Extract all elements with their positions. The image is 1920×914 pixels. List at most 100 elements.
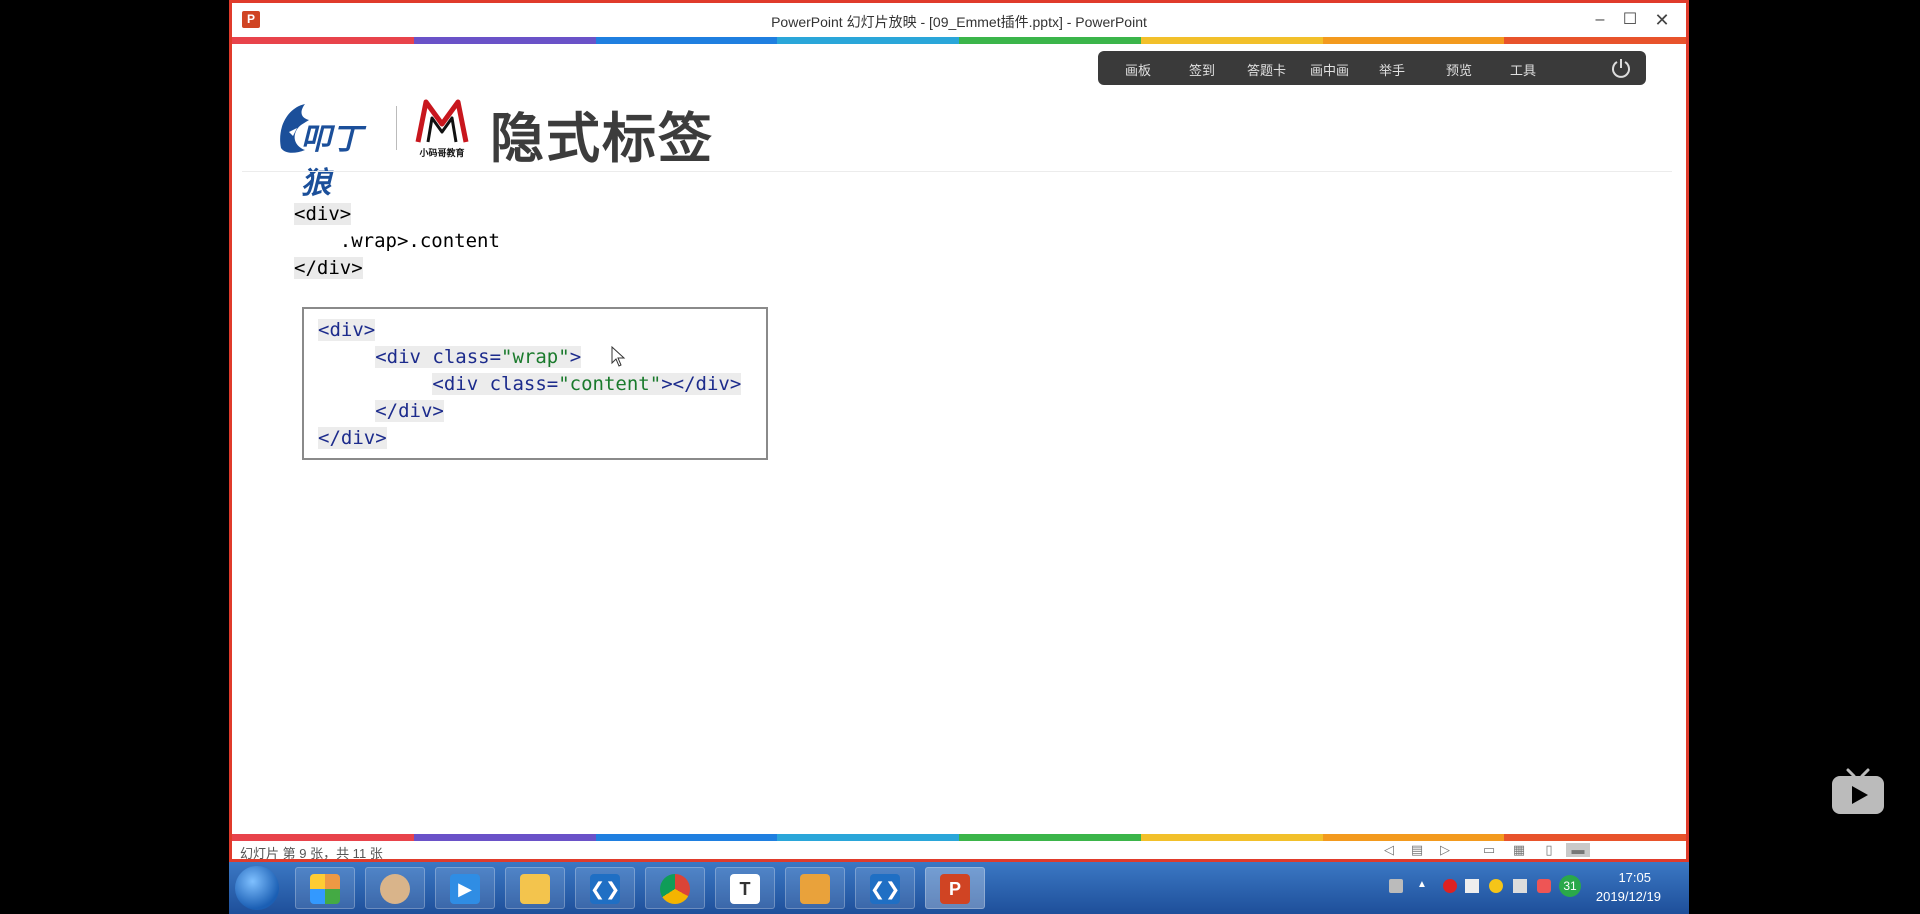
player-icon: ▶ [450,874,480,904]
app-tray-icon[interactable] [1489,879,1503,893]
rainbow-segment [1140,37,1323,44]
colorful-app-icon [310,874,340,904]
view-reading-icon[interactable]: ▯ [1542,843,1556,857]
task-app8[interactable] [785,867,845,909]
vscode-icon: ❮❯ [590,874,620,904]
toolbar-answer-card[interactable]: 答题卡 [1247,60,1286,79]
toolbar-preview[interactable]: 预览 [1446,60,1472,79]
toolbar-whiteboard[interactable]: 画板 [1125,60,1151,79]
taskbar: ▶ ❮❯ T ❮❯ P ▲ 31 17:05 2019/12/19 [229,862,1689,914]
task-avatar[interactable] [365,867,425,909]
html-output-code: <div> <div class="wrap"> <div class="con… [318,317,742,452]
rainbow-segment [413,834,596,841]
view-slideshow-icon[interactable]: ▬ [1566,843,1590,857]
wolf-logo-text: 叩丁狼 [301,123,363,200]
calendar-badge[interactable]: 31 [1559,875,1581,897]
html-output-box: <div> <div class="wrap"> <div class="con… [302,307,768,460]
maximize-button[interactable]: ☐ [1616,8,1644,32]
powerpoint-icon: P [940,874,970,904]
code-token: ></div> [661,373,742,395]
rainbow-segment [1504,834,1686,841]
rainbow-bar-top [232,37,1686,44]
minimize-button[interactable]: – [1586,8,1614,32]
code-token: class= [432,346,502,368]
volume-icon[interactable] [1537,879,1551,893]
task-powerpoint[interactable]: P [925,867,985,909]
keyboard-icon[interactable] [1389,879,1403,893]
task-app1[interactable] [295,867,355,909]
code-token: class= [489,373,559,395]
code-line: </div> [294,257,363,279]
rainbow-segment [232,37,414,44]
start-button[interactable] [235,866,279,910]
wolf-logo: 叩丁狼 [275,96,390,200]
network-icon[interactable] [1513,879,1527,893]
rainbow-segment [777,37,959,44]
rainbow-bar-bottom [232,834,1686,841]
task-app3[interactable]: ▶ [435,867,495,909]
flag-icon[interactable] [1465,879,1479,893]
view-normal-icon[interactable]: ▭ [1482,843,1496,857]
code-token: "content" [558,373,662,395]
task-chrome[interactable] [645,867,705,909]
rainbow-segment [1504,37,1686,44]
header-divider [242,171,1672,172]
code-token: > [569,346,582,368]
rainbow-segment [413,37,596,44]
emmet-code-block: <div> .wrap>.content </div> [294,201,500,282]
power-icon[interactable] [1610,57,1632,79]
close-button[interactable]: ✕ [1648,8,1676,32]
clock-date[interactable]: 2019/12/19 [1596,889,1661,904]
code-line: .wrap>.content [294,230,500,252]
vscode-icon-2: ❮❯ [870,874,900,904]
task-explorer[interactable] [505,867,565,909]
code-line: </div> [318,427,387,449]
rainbow-segment [1322,37,1505,44]
toolbar-pip[interactable]: 画中画 [1310,60,1349,79]
task-vscode2[interactable]: ❮❯ [855,867,915,909]
window-title: PowerPoint 幻灯片放映 - [09_Emmet插件.pptx] - P… [771,14,1147,30]
live-toolbar: 画板 签到 答题卡 画中画 举手 预览 工具 [1098,51,1646,85]
task-vscode[interactable]: ❮❯ [575,867,635,909]
rainbow-segment [595,37,778,44]
code-line: </div> [375,400,444,422]
rainbow-segment [232,834,414,841]
prev-slide-icon[interactable]: ◁ [1382,843,1396,857]
tray-expand-icon[interactable]: ▲ [1417,879,1431,893]
toolbar-tools[interactable]: 工具 [1510,60,1536,79]
rainbow-segment [777,834,959,841]
slide-counter: 幻灯片 第 9 张，共 11 张 [240,846,383,861]
avatar-icon [380,874,410,904]
toolbar-raise-hand[interactable]: 举手 [1379,60,1405,79]
chrome-icon [660,874,690,904]
status-bar: 幻灯片 第 9 张，共 11 张 ◁ ▤ ▷ ▭ ▦ ▯ ▬ [232,841,1686,861]
video-player-tv-icon[interactable] [1830,766,1886,818]
title-bar[interactable]: P PowerPoint 幻灯片放映 - [09_Emmet插件.pptx] -… [232,3,1686,37]
clock-time[interactable]: 17:05 [1618,870,1651,885]
toolbar-signin[interactable]: 签到 [1189,60,1215,79]
xmg-logo: 小码哥教育 [402,94,482,164]
menu-icon[interactable]: ▤ [1410,843,1424,857]
rainbow-segment [959,37,1141,44]
folder-icon [520,874,550,904]
xmg-logo-caption: 小码哥教育 [419,148,465,158]
code-token: <div [432,373,490,395]
logo-divider [396,106,397,150]
system-tray: ▲ 31 17:05 2019/12/19 [1359,862,1689,914]
code-line: <div> [318,319,376,341]
record-icon[interactable] [1443,879,1457,893]
view-sorter-icon[interactable]: ▦ [1512,843,1526,857]
xmg-logo-icon [415,99,469,143]
task-typora[interactable]: T [715,867,775,909]
rainbow-segment [1140,834,1323,841]
clipboard-icon [800,874,830,904]
mouse-cursor-icon [611,346,626,367]
rainbow-segment [595,834,778,841]
code-line: <div> [294,203,352,225]
rainbow-segment [959,834,1141,841]
next-slide-icon[interactable]: ▷ [1438,843,1452,857]
typora-icon: T [730,874,760,904]
rainbow-segment [1322,834,1505,841]
code-token: <div [375,346,433,368]
slide-title: 隐式标签 [490,109,714,169]
